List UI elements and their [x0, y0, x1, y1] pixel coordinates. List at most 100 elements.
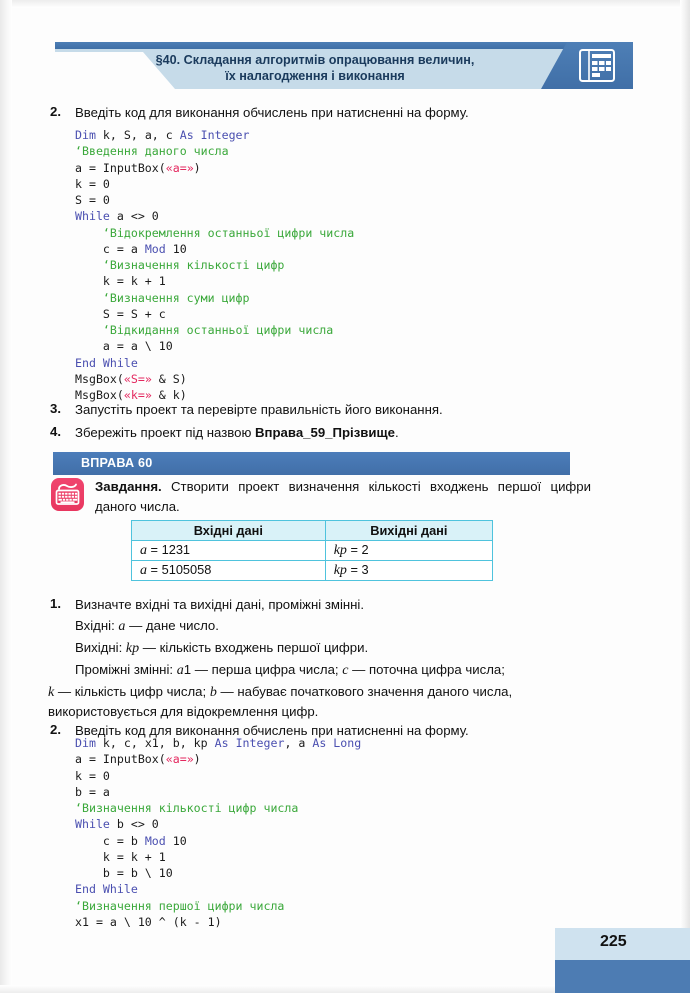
- table-row: a = 5105058 kp = 3: [131, 560, 494, 581]
- code-token: a = InputBox(: [75, 752, 166, 767]
- code-token: & k): [151, 388, 187, 402]
- code-token: b <> 0: [109, 817, 159, 832]
- page-edge-left: [0, 0, 12, 993]
- code-token: Dim: [75, 128, 96, 142]
- code-block-1: Dim k, S, a, c As Integer ‘Введення даног…: [75, 127, 354, 403]
- list-text-4-after: .: [394, 425, 399, 440]
- code-line: MsgBox(«S=» & S): [75, 371, 354, 387]
- page-edge-top: [0, 0, 690, 8]
- code-token: While: [75, 817, 110, 832]
- code-token: ‘Відкидання останньої цифри числа: [75, 323, 334, 337]
- code-token: k = 0: [75, 176, 110, 191]
- task-paragraph: Завдання. Створити проект визначення кіл…: [95, 477, 591, 517]
- code-token: «S=»: [123, 371, 152, 386]
- code-token: ‘Визначення першої цифри числа: [75, 898, 285, 913]
- code-line: ‘Відокремлення останньої цифри числа: [75, 225, 354, 241]
- code-line: a = a \ 10: [75, 338, 354, 354]
- table-cell-output-2: kp = 3: [324, 560, 494, 581]
- header-top-stripe: [55, 42, 633, 49]
- cell-var-kp-2: kp: [333, 563, 347, 578]
- code-token: b = a: [75, 784, 110, 799]
- definition-cont-seg1: — кількість цифр числа;: [54, 684, 210, 699]
- code-token: 10: [165, 241, 187, 256]
- code-line: ‘Визначення суми цифр: [75, 290, 354, 306]
- code-line: k = k + 1: [75, 273, 354, 289]
- list-text-2-top: Введіть код для виконання обчислень при …: [75, 105, 469, 120]
- definition-intermediate-line: Проміжні змінні: a1 — перша цифра числа;…: [75, 661, 645, 680]
- code-token: , a: [284, 736, 313, 750]
- code-line: b = a: [75, 784, 361, 800]
- list-text-3: Запустіть проект та перевірте правильніс…: [75, 402, 443, 417]
- code-token: ‘Відокремлення останньої цифри числа: [75, 225, 355, 240]
- task-text: Створити проект визначення кількості вхо…: [95, 479, 591, 514]
- definition-output-line: Вихідні: kp — кількість входжень першої …: [75, 639, 635, 658]
- definition-output-rest: — кількість входжень першої цифри.: [139, 640, 369, 655]
- code-line: x1 = a \ 10 ^ (k - 1): [75, 914, 361, 930]
- table-header-input: Вхідні дані: [131, 520, 326, 541]
- code-token: As Integer: [214, 736, 285, 750]
- code-line: While a <> 0: [75, 208, 354, 224]
- table-header-row: Вхідні дані Вихідні дані: [131, 520, 494, 541]
- code-token: Mod: [144, 833, 166, 848]
- code-token: a = InputBox(: [75, 160, 166, 175]
- textbook-page: §40. Складання алгоритмів опрацювання ве…: [0, 0, 690, 993]
- cell-var-kp-1: kp: [333, 543, 347, 558]
- page-edge-right: [680, 0, 690, 993]
- list-number-1-bottom: 1.: [50, 596, 61, 611]
- code-token: x1 = a \ 10 ^ (k - 1): [75, 914, 222, 929]
- section-title: §40. Складання алгоритмів опрацювання ве…: [55, 52, 575, 84]
- code-token: k = k + 1: [75, 274, 166, 289]
- definition-output-label: Вихідні:: [75, 640, 126, 655]
- code-line: Dim k, S, a, c As Integer: [75, 127, 354, 143]
- code-token: S = 0: [75, 193, 110, 207]
- code-token: ‘Визначення кількості цифр числа: [75, 801, 299, 815]
- code-token: k, c, x1, b, kp: [95, 736, 215, 750]
- table-header-output: Вихідні дані: [324, 520, 494, 541]
- code-line: k = 0: [75, 176, 354, 192]
- table-cell-input-1: a = 1231: [131, 540, 326, 561]
- code-token: c = b: [75, 833, 145, 848]
- code-token: & S): [151, 371, 187, 386]
- keyboard-icon-glyph: [55, 483, 80, 505]
- code-token: MsgBox(: [75, 388, 124, 402]
- code-line: b = b \ 10: [75, 865, 361, 881]
- table-row: a = 1231 kp = 2: [131, 540, 494, 561]
- code-line: S = S + c: [75, 306, 354, 322]
- code-token: As Integer: [179, 128, 250, 142]
- code-token: End While: [75, 882, 138, 897]
- code-token: k, S, a, c: [95, 128, 180, 142]
- keyboard-icon: [51, 478, 84, 511]
- code-line: ‘Визначення кількості цифр числа: [75, 800, 361, 816]
- code-token: 10: [165, 833, 187, 848]
- code-token: End While: [75, 355, 138, 370]
- code-token: c = a: [75, 241, 145, 256]
- table-document-icon: [579, 49, 615, 82]
- definition-mid-label: Проміжні змінні:: [75, 662, 177, 677]
- definition-input-line: Вхідні: a — дане число.: [75, 617, 635, 636]
- list-text-1-bottom: Визначте вхідні та вихідні дані, проміжн…: [75, 597, 365, 612]
- running-header: §40. Складання алгоритмів опрацювання ве…: [55, 42, 633, 89]
- list-number-4: 4.: [50, 424, 61, 439]
- code-line: S = 0: [75, 192, 354, 208]
- exercise-banner-label: ВПРАВА 60: [81, 456, 153, 470]
- definition-continued-line: k — кількість цифр числа; b — набуває по…: [48, 683, 648, 702]
- code-token: k = 0: [75, 768, 110, 783]
- code-line: End While: [75, 355, 354, 371]
- code-token: k = k + 1: [75, 849, 166, 864]
- code-line: k = k + 1: [75, 849, 361, 865]
- code-line: ‘Відкидання останньої цифри числа: [75, 322, 354, 338]
- code-token: ‘Визначення суми цифр: [75, 290, 250, 305]
- code-token: S = S + c: [75, 306, 166, 321]
- code-line: a = InputBox(«a=»): [75, 160, 354, 176]
- definition-mid-seg2: — поточна цифра числа;: [348, 662, 505, 677]
- definition-input-label: Вхідні:: [75, 618, 119, 633]
- io-data-table: Вхідні дані Вихідні дані a = 1231 kp = 2…: [131, 520, 494, 581]
- code-line: c = b Mod 10: [75, 833, 361, 849]
- definition-mid-var1: a: [176, 663, 184, 678]
- code-token: Mod: [144, 241, 166, 256]
- code-block-2: Dim k, c, x1, b, kp As Integer, a As Lon…: [75, 735, 361, 930]
- code-token: «a=»: [165, 160, 194, 175]
- code-token: b = b \ 10: [75, 866, 173, 880]
- code-token: «k=»: [123, 388, 152, 402]
- code-token: ): [193, 752, 201, 767]
